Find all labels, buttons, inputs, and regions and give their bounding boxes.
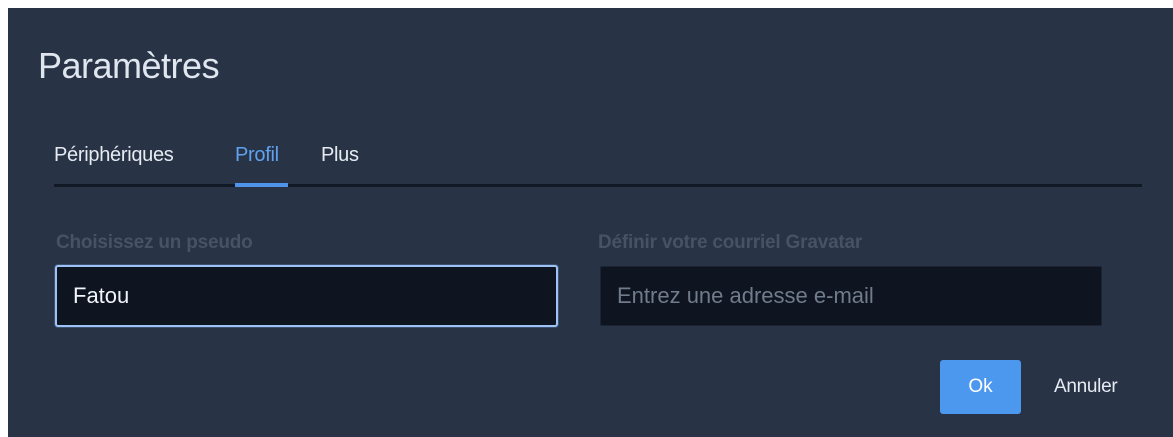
tab-plus[interactable]: Plus [321,144,359,166]
dialog-title: Paramètres [38,45,220,86]
active-tab-indicator [235,183,288,187]
ok-button[interactable]: Ok [940,360,1021,414]
settings-dialog: Paramètres Périphériques Profil Plus Cho… [8,8,1173,437]
tab-peripheriques[interactable]: Périphériques [54,144,174,166]
tab-profil[interactable]: Profil [235,144,279,166]
tab-bar: Périphériques Profil Plus [54,144,1142,187]
nickname-input[interactable] [55,265,558,327]
gravatar-email-input[interactable] [600,266,1102,326]
nickname-label: Choisissez un pseudo [56,232,253,253]
gravatar-label: Définir votre courriel Gravatar [598,232,863,253]
cancel-button[interactable]: Annuler [1054,360,1118,414]
